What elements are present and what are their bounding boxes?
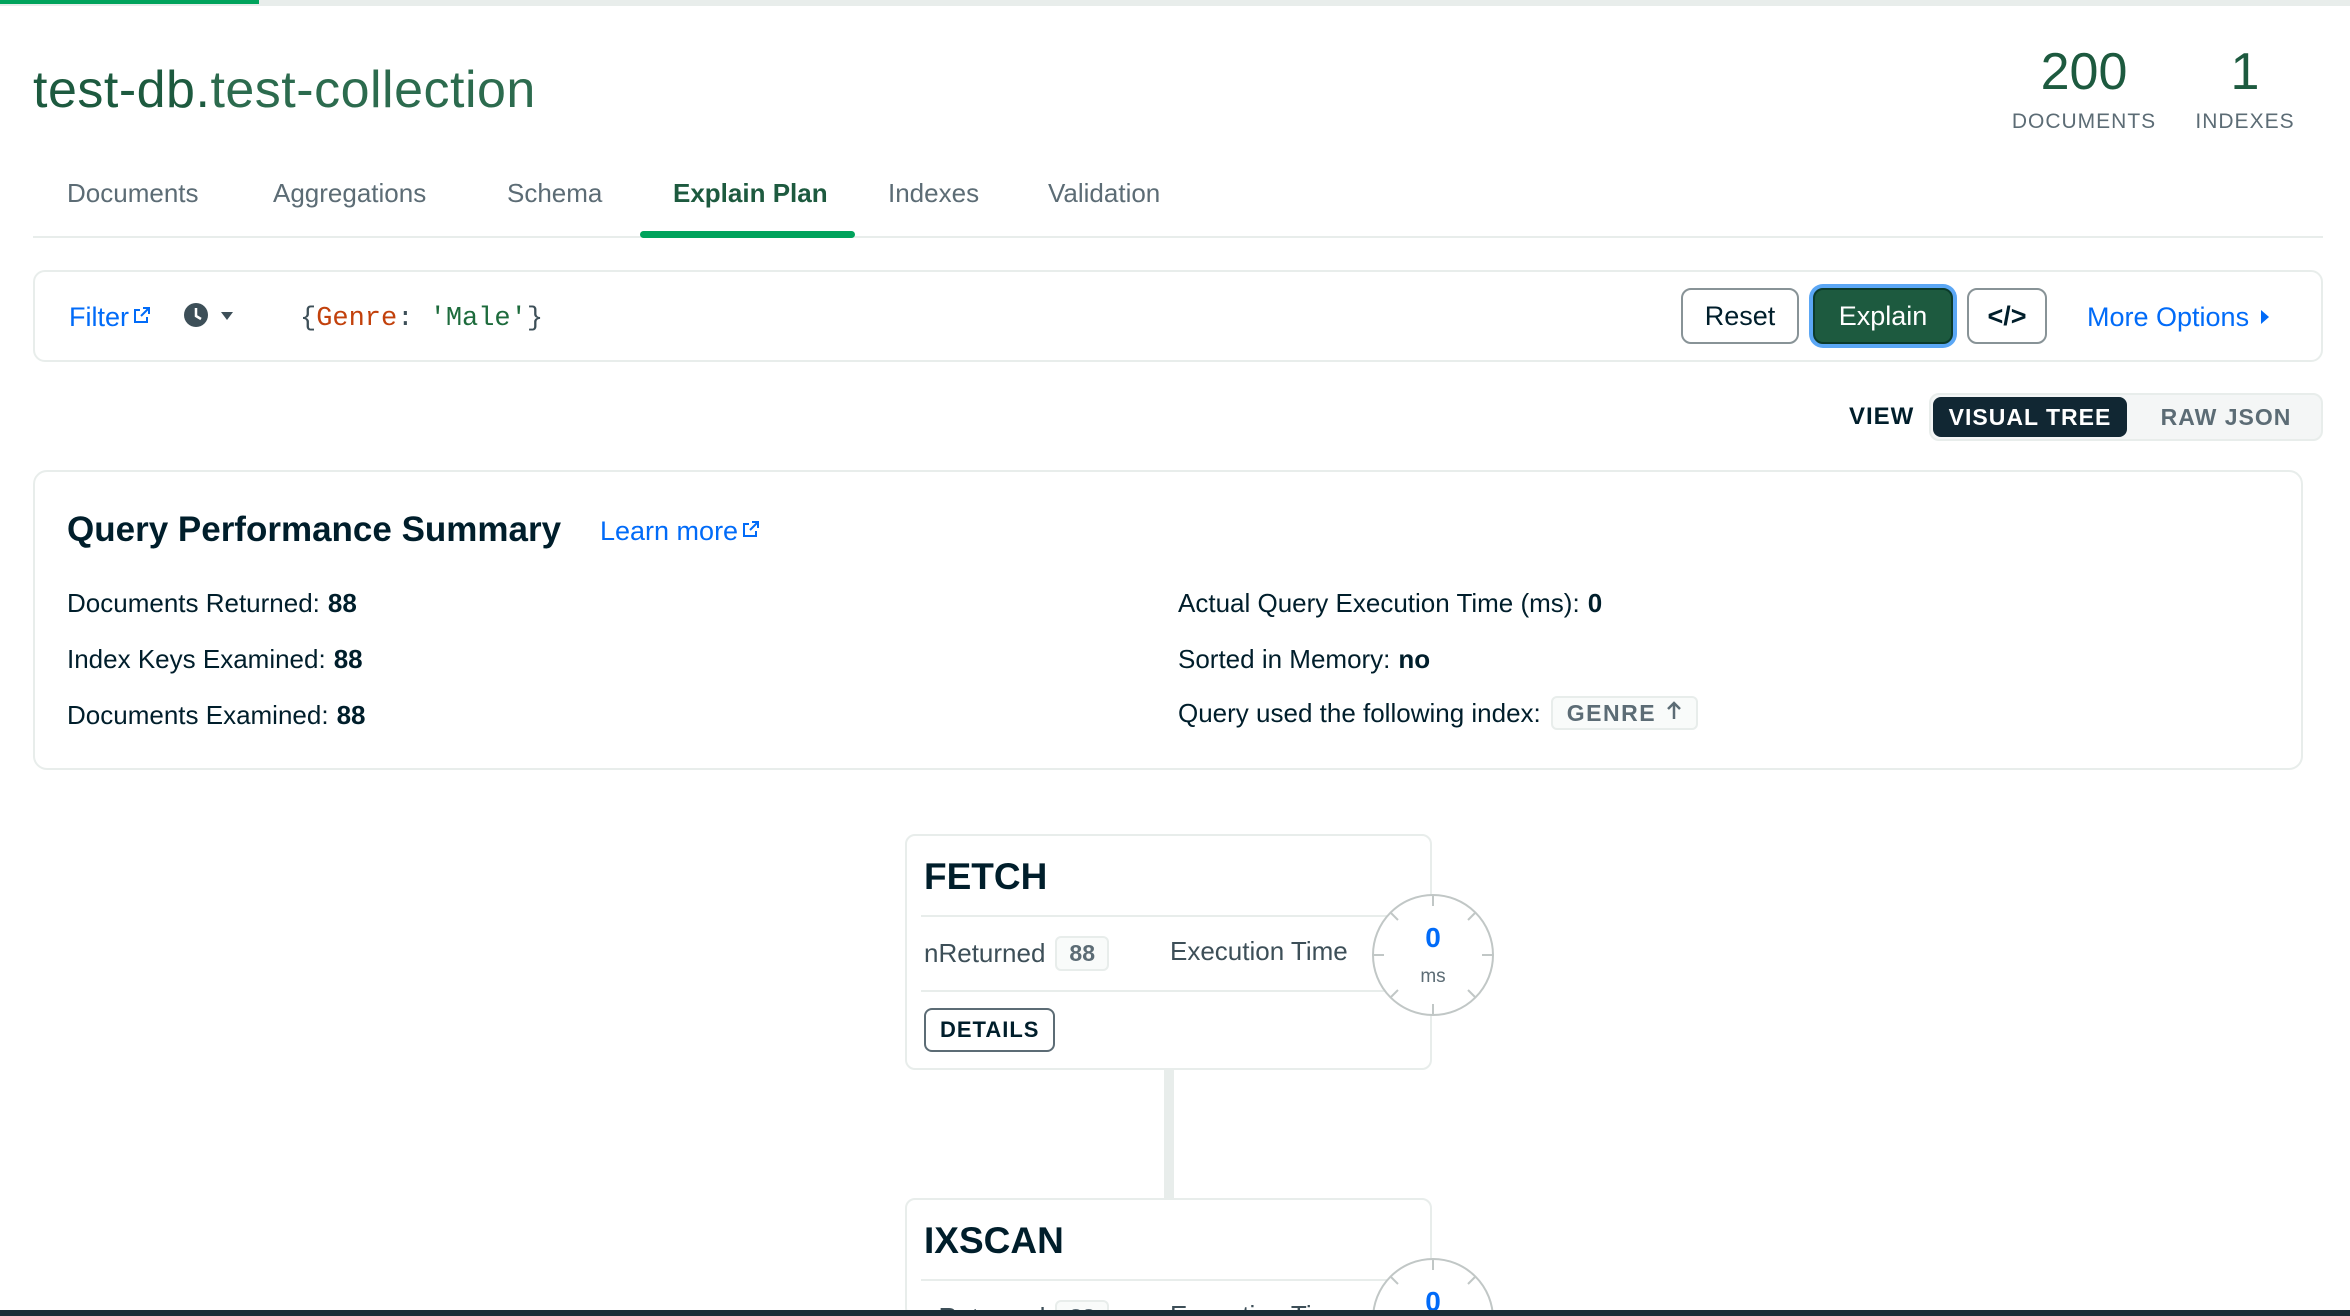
clock-ticks-icon bbox=[1374, 896, 1492, 1014]
execution-time-clock: 0 ms bbox=[1372, 894, 1494, 1016]
documents-examined-label: Documents Examined: bbox=[67, 700, 329, 730]
nreturned-row: nReturned 88 bbox=[924, 936, 1110, 971]
sorted-in-memory-value: no bbox=[1398, 644, 1431, 674]
index-keys-examined-metric: Index Keys Examined: 88 bbox=[67, 644, 363, 675]
query-close-brace: } bbox=[526, 304, 544, 334]
indexes-count-stat: 1 INDEXES bbox=[2190, 42, 2300, 134]
filter-query-editor[interactable]: {Genre: 'Male'} bbox=[300, 304, 543, 334]
external-link-icon bbox=[742, 514, 760, 545]
export-to-language-button[interactable]: </> bbox=[1967, 288, 2047, 344]
namespace-title: test-db.test-collection bbox=[33, 60, 536, 120]
documents-returned-label: Documents Returned: bbox=[67, 588, 320, 618]
execution-time-label: Execution Time bbox=[1170, 936, 1348, 966]
more-options-label: More Options bbox=[2087, 302, 2250, 332]
loading-progress-bar bbox=[0, 0, 2350, 6]
index-keys-examined-value: 88 bbox=[333, 644, 363, 674]
database-name: test-db bbox=[33, 61, 196, 119]
caret-down-icon bbox=[219, 309, 235, 327]
stage-card-fetch: FETCH nReturned 88 Execution Time DETAIL… bbox=[905, 834, 1494, 1070]
tab-schema[interactable]: Schema bbox=[507, 178, 602, 236]
documents-examined-metric: Documents Examined: 88 bbox=[67, 700, 365, 731]
arrow-up-icon bbox=[1666, 700, 1682, 727]
tab-documents[interactable]: Documents bbox=[67, 178, 199, 236]
index-name: GENRE bbox=[1566, 699, 1657, 726]
tab-aggregations[interactable]: Aggregations bbox=[273, 178, 426, 236]
caret-right-icon bbox=[2259, 302, 2271, 333]
stage-connector bbox=[1164, 1070, 1174, 1200]
query-colon: : bbox=[397, 304, 430, 334]
index-name-badge: GENRE bbox=[1550, 696, 1699, 730]
stage-divider bbox=[921, 990, 1430, 992]
index-used-metric: Query used the following index: GENRE bbox=[1178, 696, 1699, 730]
clock-icon bbox=[183, 302, 209, 333]
indexes-count-label: INDEXES bbox=[2195, 110, 2295, 133]
tab-indexes[interactable]: Indexes bbox=[888, 178, 979, 236]
learn-more-label: Learn more bbox=[600, 516, 739, 546]
execution-time-clock: 0 bbox=[1372, 1258, 1494, 1316]
code-icon: </> bbox=[1987, 300, 2027, 331]
query-bar: Filter {Genre: 'Male'} Reset Explain </>… bbox=[33, 270, 2323, 362]
query-performance-summary: Query Performance Summary Learn more Doc… bbox=[33, 470, 2303, 770]
view-label: VIEW bbox=[1849, 403, 1915, 430]
view-mode-toggle: VISUAL TREE RAW JSON bbox=[1929, 393, 2323, 441]
documents-count-stat: 200 DOCUMENTS bbox=[2004, 42, 2164, 134]
sorted-in-memory-label: Sorted in Memory: bbox=[1178, 644, 1391, 674]
collection-tabs: Documents Aggregations Schema Explain Pl… bbox=[33, 170, 2323, 238]
learn-more-link[interactable]: Learn more bbox=[600, 516, 760, 547]
stage-card-ixscan: IXSCAN nReturned 88 Execution Time 0 bbox=[905, 1198, 1494, 1316]
window-bottom-edge bbox=[0, 1310, 2350, 1316]
collection-name: test-collection bbox=[210, 61, 536, 119]
namespace-separator: . bbox=[195, 61, 211, 119]
execution-time-value: 0 bbox=[1425, 922, 1441, 953]
documents-examined-value: 88 bbox=[336, 700, 366, 730]
documents-returned-metric: Documents Returned: 88 bbox=[67, 588, 357, 619]
index-used-label: Query used the following index: bbox=[1178, 697, 1541, 728]
details-button[interactable]: DETAILS bbox=[924, 1008, 1056, 1052]
query-history-button[interactable] bbox=[183, 302, 235, 333]
more-options-toggle[interactable]: More Options bbox=[2087, 302, 2271, 333]
sorted-in-memory-metric: Sorted in Memory: no bbox=[1178, 644, 1430, 675]
tab-validation[interactable]: Validation bbox=[1048, 178, 1160, 236]
explain-button[interactable]: Explain bbox=[1813, 288, 1953, 344]
tab-explain-plan[interactable]: Explain Plan bbox=[673, 178, 828, 236]
active-tab-indicator bbox=[640, 231, 855, 238]
stage-name: FETCH bbox=[924, 856, 1048, 897]
query-open-brace: { bbox=[300, 304, 317, 334]
index-keys-examined-label: Index Keys Examined: bbox=[67, 644, 326, 674]
stage-name: IXSCAN bbox=[924, 1220, 1064, 1261]
execution-time-metric: Actual Query Execution Time (ms): 0 bbox=[1178, 588, 1602, 619]
stage-divider bbox=[921, 1279, 1430, 1281]
documents-count-label: DOCUMENTS bbox=[2011, 110, 2157, 133]
stage-divider bbox=[921, 915, 1430, 917]
execution-time-value: 0 bbox=[1587, 588, 1603, 618]
reset-button[interactable]: Reset bbox=[1681, 288, 1799, 344]
execution-time-unit: ms bbox=[1420, 966, 1446, 987]
query-value: 'Male' bbox=[429, 304, 527, 334]
summary-title: Query Performance Summary bbox=[67, 510, 562, 549]
documents-count: 200 bbox=[2040, 43, 2128, 101]
raw-json-option[interactable]: RAW JSON bbox=[2131, 397, 2321, 437]
nreturned-label: nReturned bbox=[924, 938, 1046, 968]
query-key: Genre bbox=[316, 304, 398, 334]
loading-progress-fill bbox=[0, 0, 259, 4]
nreturned-badge: 88 bbox=[1055, 936, 1110, 971]
documents-returned-value: 88 bbox=[327, 588, 357, 618]
execution-time-label: Actual Query Execution Time (ms): bbox=[1178, 588, 1580, 618]
indexes-count: 1 bbox=[2230, 43, 2260, 101]
filter-docs-link[interactable]: Filter bbox=[69, 302, 151, 333]
filter-label: Filter bbox=[69, 302, 129, 332]
external-link-icon bbox=[133, 300, 151, 331]
visual-tree-option[interactable]: VISUAL TREE bbox=[1933, 397, 2127, 437]
